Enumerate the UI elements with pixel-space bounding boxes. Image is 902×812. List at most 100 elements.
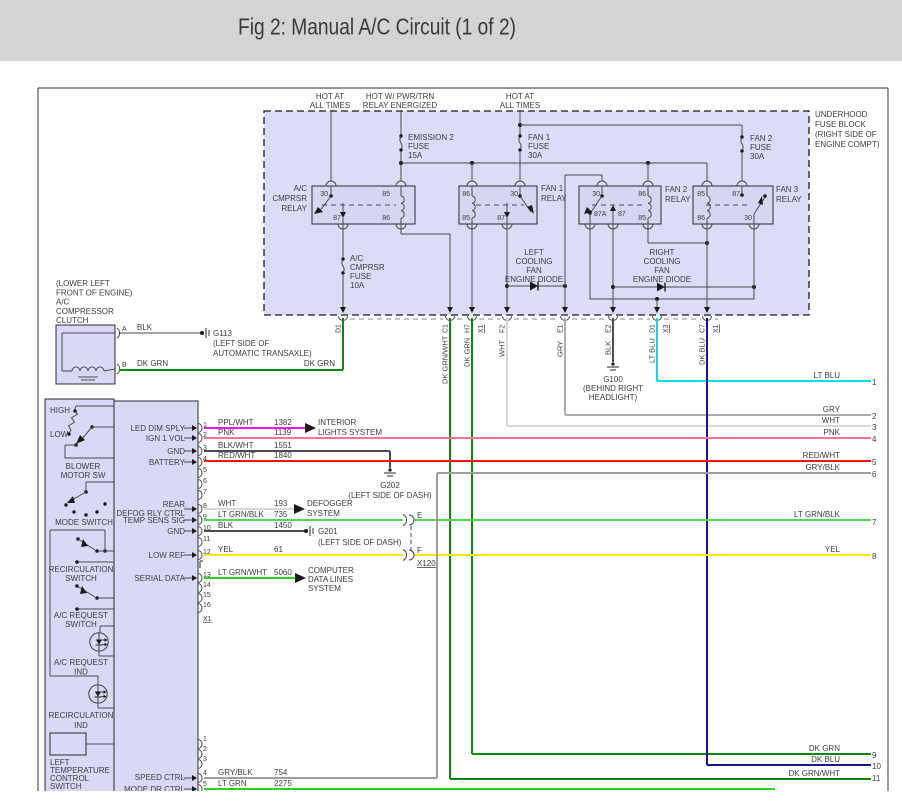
svg-text:A/C REQUEST: A/C REQUEST (54, 611, 108, 620)
svg-text:YEL: YEL (825, 545, 841, 554)
svg-text:7: 7 (203, 489, 207, 496)
svg-text:IGN 1 VOL: IGN 1 VOL (146, 434, 186, 443)
svg-text:1840: 1840 (274, 451, 292, 460)
svg-text:HOT W/ PWR/TRN: HOT W/ PWR/TRN (366, 92, 435, 101)
svg-text:87: 87 (497, 215, 505, 222)
svg-text:C7: C7 (700, 324, 707, 333)
svg-text:F2: F2 (500, 325, 507, 333)
svg-text:6: 6 (203, 478, 207, 485)
svg-text:MODE SWITCH: MODE SWITCH (55, 518, 113, 527)
svg-text:(LOWER LEFT: (LOWER LEFT (56, 279, 110, 288)
svg-text:ENGINE DIODE: ENGINE DIODE (505, 275, 563, 284)
svg-text:RELAY ENERGIZED: RELAY ENERGIZED (363, 101, 438, 110)
svg-text:REAR: REAR (163, 500, 185, 509)
svg-text:30A: 30A (528, 151, 543, 160)
svg-text:BLK: BLK (218, 521, 234, 530)
svg-text:5: 5 (872, 458, 877, 467)
svg-text:7: 7 (872, 518, 877, 527)
svg-text:FUSE: FUSE (350, 272, 371, 281)
svg-text:PNK: PNK (218, 428, 235, 437)
svg-text:G201: G201 (318, 527, 338, 536)
svg-text:(LEFT SIDE OF DASH): (LEFT SIDE OF DASH) (348, 491, 432, 500)
svg-text:RECIRCULATION: RECIRCULATION (49, 565, 114, 574)
svg-text:GRY/BLK: GRY/BLK (218, 768, 253, 777)
svg-text:3: 3 (203, 756, 207, 763)
svg-text:30A: 30A (750, 152, 765, 161)
svg-text:6: 6 (872, 470, 877, 479)
svg-text:1: 1 (203, 736, 207, 743)
svg-text:FAN: FAN (654, 266, 670, 275)
svg-text:HOT AT: HOT AT (316, 92, 344, 101)
svg-text:LT BLU: LT BLU (814, 371, 841, 380)
svg-text:IND: IND (74, 668, 88, 677)
svg-text:C1: C1 (443, 324, 450, 333)
svg-text:A/C REQUEST: A/C REQUEST (54, 658, 108, 667)
svg-text:CMPRSR: CMPRSR (350, 263, 385, 272)
svg-text:RELAY: RELAY (281, 204, 307, 213)
svg-text:DK GRN/WHT: DK GRN/WHT (441, 335, 450, 384)
svg-text:LT BLU: LT BLU (648, 338, 657, 363)
svg-text:(RIGHT SIDE OF: (RIGHT SIDE OF (815, 130, 877, 139)
svg-text:85: 85 (462, 215, 470, 222)
svg-text:PNK: PNK (824, 428, 841, 437)
svg-text:HOT AT: HOT AT (506, 92, 534, 101)
svg-text:ENGINE COMPT): ENGINE COMPT) (815, 140, 880, 149)
svg-text:RED/WHT: RED/WHT (218, 451, 255, 460)
svg-text:85: 85 (697, 191, 705, 198)
svg-text:10: 10 (872, 762, 881, 771)
svg-text:GRY: GRY (556, 341, 565, 357)
svg-text:G202: G202 (380, 481, 400, 490)
svg-text:DATA LINES: DATA LINES (308, 575, 353, 584)
svg-text:FUSE BLOCK: FUSE BLOCK (815, 120, 866, 129)
svg-text:5060: 5060 (274, 568, 292, 577)
svg-text:COOLING: COOLING (516, 257, 553, 266)
svg-text:X1: X1 (203, 616, 212, 623)
svg-text:1139: 1139 (274, 428, 292, 437)
svg-text:86: 86 (462, 191, 470, 198)
svg-text:CMPRSR: CMPRSR (272, 194, 307, 203)
svg-text:B: B (122, 362, 127, 369)
svg-text:16: 16 (203, 602, 211, 609)
svg-text:CLUTCH: CLUTCH (56, 316, 89, 325)
svg-text:FAN: FAN (526, 266, 542, 275)
svg-text:HIGH: HIGH (50, 406, 70, 415)
svg-text:ALL TIMES: ALL TIMES (500, 101, 540, 110)
svg-text:G100: G100 (603, 375, 623, 384)
svg-text:EMISSION 2: EMISSION 2 (408, 133, 454, 142)
svg-text:85: 85 (638, 215, 646, 222)
svg-text:3: 3 (872, 423, 877, 432)
svg-text:30: 30 (744, 215, 752, 222)
svg-text:H7: H7 (465, 324, 472, 333)
svg-text:87: 87 (618, 211, 626, 218)
svg-text:9: 9 (872, 751, 877, 760)
svg-text:FAN 1: FAN 1 (528, 133, 551, 142)
svg-text:A: A (122, 326, 127, 333)
svg-text:RED/WHT: RED/WHT (803, 451, 840, 460)
svg-text:X1: X1 (478, 324, 485, 333)
svg-text:COMPRESSOR: COMPRESSOR (56, 307, 114, 316)
svg-text:DEFOG RLY CTRL: DEFOG RLY CTRL (116, 509, 185, 518)
svg-text:DK BLU: DK BLU (811, 755, 840, 764)
svg-text:YEL: YEL (218, 545, 234, 554)
svg-text:15A: 15A (408, 151, 423, 160)
svg-text:SWITCH: SWITCH (65, 620, 97, 629)
svg-text:G113: G113 (213, 329, 233, 338)
svg-text:ALL TIMES: ALL TIMES (310, 101, 350, 110)
svg-text:LOW: LOW (50, 430, 69, 439)
svg-text:AUTOMATIC TRANSAXLE): AUTOMATIC TRANSAXLE) (213, 349, 312, 358)
svg-text:10A: 10A (350, 281, 365, 290)
svg-text:ENGINE DIODE: ENGINE DIODE (633, 275, 691, 284)
svg-text:1450: 1450 (274, 521, 292, 530)
svg-text:FAN 1: FAN 1 (541, 184, 564, 193)
svg-text:LT GRN: LT GRN (218, 779, 247, 788)
svg-text:2275: 2275 (274, 779, 292, 788)
svg-text:(LEFT SIDE OF DASH): (LEFT SIDE OF DASH) (318, 538, 402, 547)
svg-text:GND: GND (167, 447, 185, 456)
svg-text:A/C: A/C (350, 254, 364, 263)
svg-text:RELAY: RELAY (776, 195, 802, 204)
svg-text:(LEFT SIDE OF: (LEFT SIDE OF (213, 339, 269, 348)
svg-text:FUSE: FUSE (408, 142, 429, 151)
svg-text:5: 5 (203, 467, 207, 474)
svg-text:DEFOGGER: DEFOGGER (307, 499, 353, 508)
svg-text:LT GRN/WHT: LT GRN/WHT (218, 568, 267, 577)
